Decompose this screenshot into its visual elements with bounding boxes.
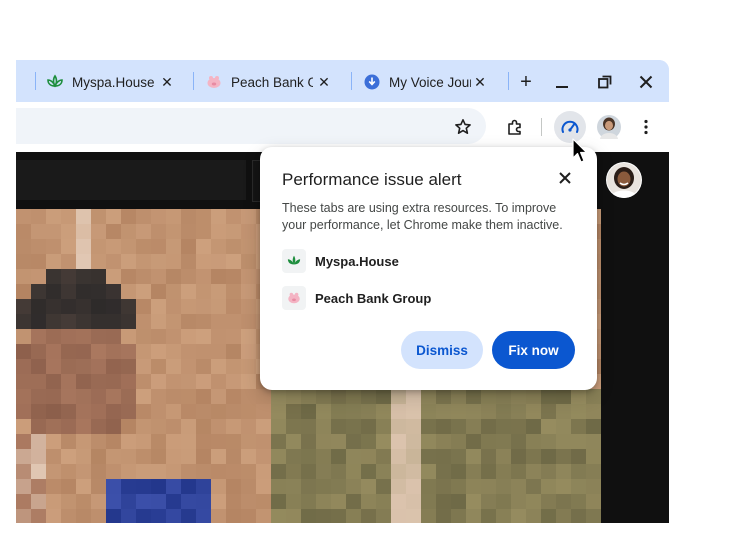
tab-separator [508,72,509,90]
extensions-icon[interactable] [499,111,531,143]
minimize-icon[interactable] [550,70,574,94]
tab-separator [193,72,194,90]
new-tab-button[interactable]: + [514,70,538,94]
tab-title: My Voice Journ [389,74,471,90]
mouse-cursor-icon [572,138,588,163]
tab-peach-bank[interactable]: Peach Bank Gr ✕ [205,68,345,96]
toolbar-divider [541,118,542,136]
tab-title: Peach Bank Gr [231,74,313,90]
piggy-bank-icon [205,73,223,91]
tab-separator [35,72,36,90]
address-bar[interactable] [16,108,486,144]
performance-alert-dialog: Performance issue alert These tabs are u… [260,147,597,390]
close-icon[interactable] [554,167,576,189]
lotus-icon [46,73,64,91]
tab-separator [351,72,352,90]
star-icon[interactable] [447,111,479,143]
dismiss-button[interactable]: Dismiss [401,331,483,369]
lotus-icon [282,249,306,273]
close-icon[interactable] [634,70,658,94]
tab-close-icon[interactable]: ✕ [472,74,488,90]
tab-voice-journal[interactable]: My Voice Journ ✕ [363,68,503,96]
tab-close-icon[interactable]: ✕ [159,74,175,90]
tab-title: Myspa.House [72,74,155,90]
list-item: Myspa.House [282,248,399,274]
dialog-title: Performance issue alert [282,170,462,189]
video-header-bar [16,160,246,200]
profile-avatar[interactable] [593,111,625,143]
participant-avatar [606,162,642,198]
tab-close-icon[interactable]: ✕ [316,74,332,90]
tab-name: Myspa.House [315,253,399,269]
dialog-description: These tabs are using extra resources. To… [282,201,563,232]
download-circle-icon [363,73,381,91]
fix-now-button[interactable]: Fix now [492,331,575,369]
list-item: Peach Bank Group [282,285,431,311]
tab-name: Peach Bank Group [315,290,432,306]
tab-myspa[interactable]: Myspa.House ✕ [46,68,186,96]
tab-strip: Myspa.House ✕ Peach Bank Gr ✕ [16,60,669,102]
piggy-bank-icon [282,286,306,310]
more-menu-icon[interactable] [630,111,662,143]
restore-icon[interactable] [593,70,617,94]
